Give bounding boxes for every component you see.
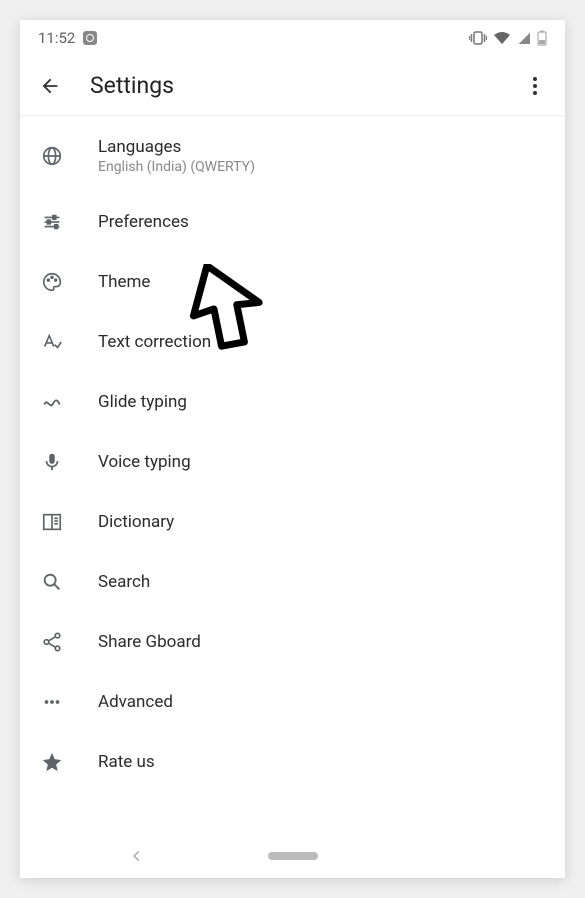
settings-item-text-correction[interactable]: Text correction [20, 312, 565, 372]
item-sub: English (India) (QWERTY) [98, 159, 255, 175]
star-icon [38, 751, 66, 773]
share-icon [38, 631, 66, 653]
back-button[interactable] [38, 74, 62, 98]
system-nav-bar [20, 834, 565, 878]
item-label: Search [98, 572, 150, 592]
status-time: 11:52 [38, 29, 75, 47]
item-label: Rate us [98, 752, 155, 772]
dots-icon [38, 691, 66, 713]
palette-icon [38, 271, 66, 293]
battery-icon [537, 30, 547, 46]
item-label: Voice typing [98, 452, 191, 472]
search-icon [38, 571, 66, 593]
app-screen: 11:52 Settings [20, 20, 565, 878]
settings-list: Languages English (India) (QWERTY) Prefe… [20, 116, 565, 834]
vibrate-icon [469, 31, 487, 45]
settings-item-advanced[interactable]: Advanced [20, 672, 565, 732]
text-icon [38, 331, 66, 353]
signal-icon [517, 31, 531, 45]
settings-item-dictionary[interactable]: Dictionary [20, 492, 565, 552]
settings-item-share-gboard[interactable]: Share Gboard [20, 612, 565, 672]
settings-item-search[interactable]: Search [20, 552, 565, 612]
item-label: Glide typing [98, 392, 187, 412]
app-indicator-icon [83, 31, 97, 45]
item-label: Dictionary [98, 512, 174, 532]
book-icon [38, 511, 66, 533]
settings-item-rate-us[interactable]: Rate us [20, 732, 565, 792]
wifi-icon [493, 31, 511, 45]
globe-icon [38, 145, 66, 167]
item-label: Text correction [98, 332, 211, 352]
squiggle-icon [38, 391, 66, 413]
nav-home-pill[interactable] [268, 852, 318, 860]
item-label: Languages [98, 137, 255, 157]
sliders-icon [38, 211, 66, 233]
settings-item-theme[interactable]: Theme [20, 252, 565, 312]
item-label: Advanced [98, 692, 173, 712]
settings-item-languages[interactable]: Languages English (India) (QWERTY) [20, 120, 565, 192]
item-label: Theme [98, 272, 150, 292]
arrow-left-icon [39, 75, 61, 97]
settings-item-voice-typing[interactable]: Voice typing [20, 432, 565, 492]
settings-item-preferences[interactable]: Preferences [20, 192, 565, 252]
page-title: Settings [90, 72, 495, 99]
overflow-menu-button[interactable] [523, 77, 547, 95]
mic-icon [38, 451, 66, 473]
more-vert-icon [533, 77, 537, 81]
item-label: Share Gboard [98, 632, 201, 652]
nav-back-button[interactable] [130, 849, 144, 863]
status-bar: 11:52 [20, 20, 565, 56]
settings-item-glide-typing[interactable]: Glide typing [20, 372, 565, 432]
app-header: Settings [20, 56, 565, 116]
item-label: Preferences [98, 212, 189, 232]
